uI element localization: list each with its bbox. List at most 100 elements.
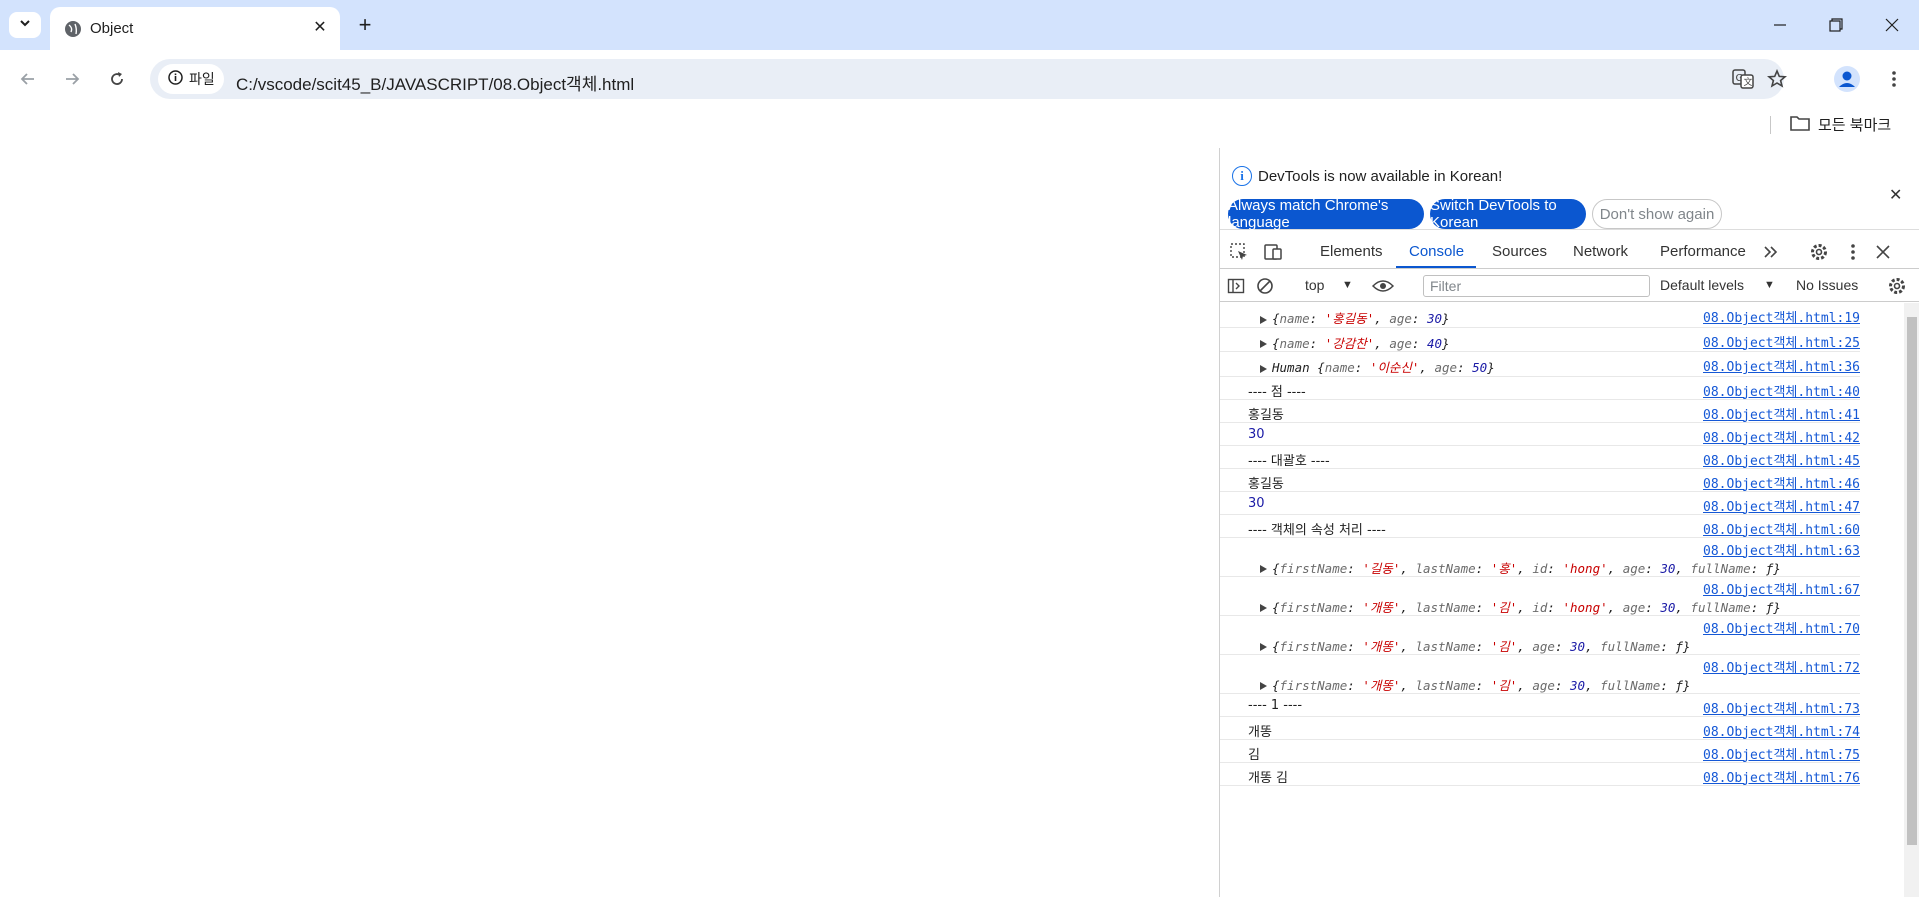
console-message: 개똥: [1248, 724, 1272, 740]
console-source-link[interactable]: 08.Object객체.html:76: [1703, 767, 1860, 786]
console-source-link[interactable]: 08.Object객체.html:47: [1703, 496, 1860, 515]
inspect-element-icon[interactable]: [1228, 241, 1250, 263]
expand-triangle-icon[interactable]: [1260, 315, 1267, 324]
tab-object[interactable]: Object ✕: [50, 7, 340, 50]
console-source-link[interactable]: 08.Object객체.html:74: [1703, 721, 1860, 740]
more-tabs-icon[interactable]: [1760, 241, 1782, 263]
console-source-link[interactable]: 08.Object객체.html:63: [1703, 540, 1860, 559]
all-bookmarks-button[interactable]: 모든 북마크: [1790, 114, 1891, 135]
address-bar[interactable]: 파일 C:/vscode/scit45_B/JAVASCRIPT/08.Obje…: [150, 59, 1787, 99]
console-row[interactable]: {firstName: '개똥', lastName: '김', id: 'ho…: [1220, 577, 1860, 616]
console-message: {firstName: '개똥', lastName: '김', id: 'ho…: [1260, 597, 1781, 616]
console-message: {firstName: '개똥', lastName: '김', age: 30…: [1260, 675, 1690, 694]
folder-icon: [1790, 115, 1810, 135]
console-row: ---- 객체의 속성 처리 ---- 08.Object객체.html:60: [1220, 515, 1860, 538]
console-source-link[interactable]: 08.Object객체.html:36: [1703, 356, 1860, 375]
console-row: ---- 대괄호 ---- 08.Object객체.html:45: [1220, 446, 1860, 469]
console-message: ---- 객체의 속성 처리 ----: [1248, 522, 1386, 538]
tab-console[interactable]: Console: [1409, 243, 1464, 260]
reload-button[interactable]: [102, 64, 132, 94]
console-source-link[interactable]: 08.Object객체.html:25: [1703, 332, 1860, 351]
console-source-link[interactable]: 08.Object객체.html:67: [1703, 579, 1860, 598]
svg-text:文: 文: [1744, 76, 1753, 88]
console-source-link[interactable]: 08.Object객체.html:72: [1703, 657, 1860, 676]
console-row[interactable]: {firstName: '개똥', lastName: '김', age: 30…: [1220, 655, 1860, 694]
levels-dropdown-icon[interactable]: ▼: [1764, 279, 1775, 291]
console-row[interactable]: Human {name: '이순신', age: 50} 08.Object객체.…: [1220, 352, 1860, 377]
tab-search-button[interactable]: [9, 12, 41, 38]
dont-show-again-button[interactable]: Don't show again: [1592, 199, 1722, 229]
tab-close-icon[interactable]: ✕: [309, 16, 331, 38]
log-levels-dropdown[interactable]: Default levels: [1660, 277, 1744, 293]
console-source-link[interactable]: 08.Object객체.html:45: [1703, 450, 1860, 469]
console-source-link[interactable]: 08.Object객체.html:75: [1703, 744, 1860, 763]
console-output: {name: '홍길동', age: 30} 08.Object객체.html:1…: [1220, 303, 1904, 897]
close-devtools-icon[interactable]: [1872, 241, 1894, 263]
context-dropdown-icon[interactable]: ▼: [1342, 279, 1353, 291]
console-filter-input[interactable]: Filter: [1423, 275, 1650, 297]
console-row: 개똥 08.Object객체.html:74: [1220, 717, 1860, 740]
new-tab-button[interactable]: +: [352, 12, 378, 38]
switch-devtools-korean-button[interactable]: Switch DevTools to Korean: [1430, 197, 1586, 231]
context-selector[interactable]: top: [1305, 277, 1324, 293]
console-message: {firstName: '길동', lastName: '홍', id: 'ho…: [1260, 558, 1781, 577]
console-source-link[interactable]: 08.Object객체.html:73: [1703, 698, 1860, 717]
back-button[interactable]: [13, 64, 43, 94]
console-message: Human {name: '이순신', age: 50}: [1260, 357, 1495, 376]
sidebar-toggle-icon[interactable]: [1225, 275, 1247, 297]
chrome-menu-icon[interactable]: [1879, 64, 1909, 94]
tab-network[interactable]: Network: [1573, 243, 1628, 260]
console-source-link[interactable]: 08.Object객체.html:60: [1703, 519, 1860, 538]
site-info-chip[interactable]: 파일: [158, 64, 224, 94]
issues-counter[interactable]: No Issues: [1796, 277, 1858, 293]
expand-triangle-icon[interactable]: [1260, 364, 1267, 373]
console-message: ---- 대괄호 ----: [1248, 453, 1330, 469]
minimize-button[interactable]: [1752, 0, 1808, 50]
console-row: 30 08.Object객체.html:42: [1220, 423, 1860, 446]
console-message: 개똥 김: [1248, 770, 1289, 786]
console-row[interactable]: {name: '강감찬', age: 40} 08.Object객체.html:2…: [1220, 328, 1860, 352]
console-message: {firstName: '개똥', lastName: '김', age: 30…: [1260, 636, 1690, 655]
expand-triangle-icon[interactable]: [1260, 682, 1267, 690]
console-row: 개똥 김 08.Object객체.html:76: [1220, 763, 1860, 786]
infobar-close-icon[interactable]: ✕: [1889, 185, 1902, 204]
console-scrollbar[interactable]: [1904, 303, 1919, 897]
scrollbar-thumb[interactable]: [1907, 317, 1917, 845]
console-row[interactable]: {firstName: '개똥', lastName: '김', age: 30…: [1220, 616, 1860, 655]
globe-icon: [64, 20, 82, 38]
expand-triangle-icon[interactable]: [1260, 643, 1267, 651]
expand-triangle-icon[interactable]: [1260, 604, 1267, 612]
bookmark-star-icon[interactable]: [1766, 68, 1788, 90]
clear-console-icon[interactable]: [1254, 275, 1276, 297]
expand-triangle-icon[interactable]: [1260, 340, 1267, 348]
console-source-link[interactable]: 08.Object객체.html:42: [1703, 427, 1860, 446]
tab-elements[interactable]: Elements: [1320, 243, 1383, 260]
console-settings-gear-icon[interactable]: [1886, 275, 1908, 297]
console-source-link[interactable]: 08.Object객체.html:41: [1703, 404, 1860, 423]
console-row: 김 08.Object객체.html:75: [1220, 740, 1860, 763]
live-expression-eye-icon[interactable]: [1372, 275, 1394, 297]
profile-avatar[interactable]: [1831, 63, 1863, 95]
console-message: ---- 점 ----: [1248, 384, 1306, 400]
restore-button[interactable]: [1808, 0, 1864, 50]
console-row[interactable]: {firstName: '길동', lastName: '홍', id: 'ho…: [1220, 538, 1860, 577]
console-source-link[interactable]: 08.Object객체.html:46: [1703, 473, 1860, 492]
console-message: 30: [1248, 495, 1265, 511]
console-message: {name: '홍길동', age: 30}: [1260, 308, 1450, 327]
tab-sources[interactable]: Sources: [1492, 243, 1547, 260]
close-window-button[interactable]: [1864, 0, 1919, 50]
console-source-link[interactable]: 08.Object객체.html:19: [1703, 307, 1860, 326]
settings-gear-icon[interactable]: [1808, 241, 1830, 263]
expand-triangle-icon[interactable]: [1260, 565, 1267, 573]
translate-icon[interactable]: G文: [1732, 68, 1754, 90]
device-toolbar-icon[interactable]: [1262, 241, 1284, 263]
console-message: 김: [1248, 747, 1260, 763]
info-icon: [168, 70, 183, 88]
tab-performance[interactable]: Performance: [1660, 243, 1746, 260]
forward-button[interactable]: [57, 64, 87, 94]
always-match-language-button[interactable]: Always match Chrome's language: [1228, 197, 1424, 231]
customize-devtools-icon[interactable]: [1842, 241, 1864, 263]
console-source-link[interactable]: 08.Object객체.html:70: [1703, 618, 1860, 637]
console-row[interactable]: {name: '홍길동', age: 30} 08.Object객체.html:1…: [1220, 303, 1860, 328]
console-source-link[interactable]: 08.Object객체.html:40: [1703, 381, 1860, 400]
